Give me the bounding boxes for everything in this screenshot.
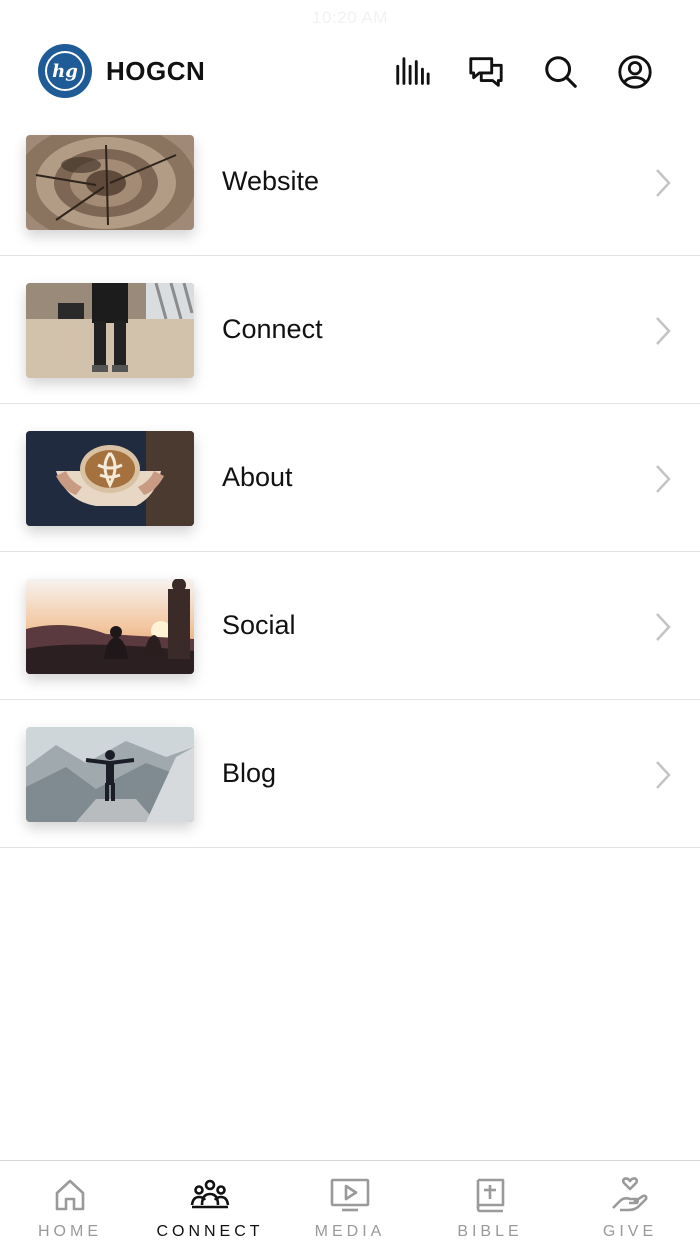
tab-connect[interactable]: CONNECT xyxy=(140,1161,280,1244)
play-screen-icon xyxy=(330,1175,370,1215)
list-item-social[interactable]: Social xyxy=(0,552,700,700)
list-item-label: About xyxy=(222,462,293,492)
chevron-right-icon xyxy=(652,314,674,348)
tab-bible[interactable]: BIBLE xyxy=(420,1161,560,1244)
logo-text: hg xyxy=(45,51,85,91)
list-item-blog[interactable]: Blog xyxy=(0,700,700,848)
list-item-about[interactable]: About xyxy=(0,404,700,552)
account-icon[interactable] xyxy=(615,52,655,92)
wood-rings-image xyxy=(26,135,194,230)
tab-label: GIVE xyxy=(602,1223,658,1240)
bottom-tab-bar: HOME CONNECT MEDIA BIBLE GIVE xyxy=(0,1160,700,1244)
tab-media[interactable]: MEDIA xyxy=(280,1161,420,1244)
tab-label: MEDIA xyxy=(314,1223,386,1240)
tab-label: HOME xyxy=(38,1223,102,1240)
tab-home[interactable]: HOME xyxy=(0,1161,140,1244)
mountain-person-image xyxy=(26,727,194,822)
status-time: 10:20 AM xyxy=(312,8,388,27)
list-item-connect[interactable]: Connect xyxy=(0,256,700,404)
chat-bubbles-icon[interactable] xyxy=(466,52,506,92)
person-standing-image xyxy=(26,283,194,378)
bible-icon xyxy=(470,1175,510,1215)
tab-give[interactable]: GIVE xyxy=(560,1161,700,1244)
hand-heart-icon xyxy=(610,1175,650,1215)
app-header: hg HOGCN xyxy=(0,36,700,112)
home-icon xyxy=(50,1175,90,1215)
status-bar: 10:20 AM xyxy=(0,0,700,36)
chevron-right-icon xyxy=(652,166,674,200)
tab-label: CONNECT xyxy=(156,1223,264,1240)
list-item-label: Connect xyxy=(222,314,323,344)
list-item-website[interactable]: Website xyxy=(0,108,700,256)
sunset-people-image xyxy=(26,579,194,674)
chevron-right-icon xyxy=(652,758,674,792)
search-icon[interactable] xyxy=(541,52,581,92)
people-group-icon xyxy=(190,1175,230,1215)
tab-label: BIBLE xyxy=(457,1223,523,1240)
chevron-right-icon xyxy=(652,610,674,644)
connect-list: Website Connect About Social Blog xyxy=(0,108,700,848)
list-item-label: Blog xyxy=(222,758,277,788)
audio-bars-icon[interactable] xyxy=(392,52,432,92)
list-item-label: Website xyxy=(222,166,320,196)
list-item-label: Social xyxy=(222,610,296,640)
latte-cup-image xyxy=(26,431,194,526)
app-logo[interactable]: hg xyxy=(38,44,92,98)
chevron-right-icon xyxy=(652,462,674,496)
app-title: HOGCN xyxy=(106,56,206,86)
